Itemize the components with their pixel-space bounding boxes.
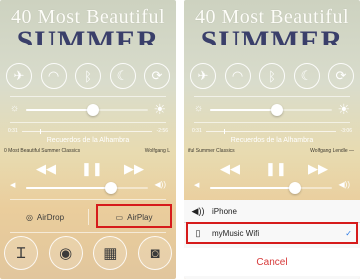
brightness-track[interactable] — [210, 104, 332, 116]
brightness-slider[interactable]: ☼ ☀ — [192, 101, 352, 117]
album-title-line2: SUMMER — [16, 25, 160, 45]
song-subtitle: iful Summer Classics Wolfgang Lendle — — [184, 148, 360, 157]
calculator-icon[interactable]: ▦ — [93, 236, 128, 270]
volume-track[interactable] — [26, 182, 148, 194]
flashlight-icon[interactable]: Ɪ — [4, 236, 38, 270]
airplane-mode-icon[interactable]: ✈ — [190, 63, 216, 89]
brightness-slider[interactable]: ☼ ☀ — [8, 101, 168, 117]
scrub-playhead[interactable] — [40, 129, 42, 134]
playback-controls: ◀◀ ❚❚ ▶▶ — [0, 161, 176, 177]
volume-fill — [210, 187, 296, 189]
brightness-knob[interactable] — [87, 104, 100, 116]
speaker-icon: ◀)) — [191, 205, 205, 216]
remaining-time: -2:56 — [156, 128, 168, 134]
brightness-fill — [26, 109, 94, 111]
volume-slider[interactable]: ◀ ◀)) — [192, 180, 352, 194]
scrub-playhead[interactable] — [224, 129, 226, 134]
song-title: Recuerdos de la Alhambra — [230, 137, 314, 144]
artist-name: Wolfgang Lendle — — [310, 148, 354, 154]
option-label: iPhone — [212, 206, 237, 216]
divider — [88, 209, 89, 225]
next-track-icon[interactable]: ▶▶ — [308, 161, 328, 177]
brightness-low-icon: ☼ — [194, 103, 204, 114]
volume-slider[interactable]: ◀ ◀)) — [8, 180, 168, 194]
toggle-row: ✈ ◠ ᛒ ☾ ⟳ — [190, 63, 354, 89]
control-center-right: 40 Most Beautiful SUMMER ✈ ◠ ᛒ ☾ ⟳ ☼ ☀ 0… — [184, 0, 360, 279]
airdrop-airplay-row: ◎ AirDrop ▭ AirPlay — [0, 203, 176, 231]
wifi-icon[interactable]: ◠ — [224, 63, 251, 89]
divider — [10, 199, 166, 200]
volume-fill — [26, 187, 112, 189]
playback-controls: ◀◀ ❚❚ ▶▶ — [184, 161, 360, 177]
scrub-track[interactable] — [22, 129, 152, 134]
divider — [10, 122, 166, 123]
airdrop-icon: ◎ — [25, 212, 33, 222]
divider — [10, 232, 166, 233]
wifi-highlight-box — [186, 222, 358, 244]
pause-icon[interactable]: ❚❚ — [265, 161, 287, 177]
scrub-track[interactable] — [206, 129, 336, 134]
bluetooth-icon[interactable]: ᛒ — [259, 63, 285, 89]
album-title-line2: SUMMER — [200, 25, 344, 45]
bluetooth-icon[interactable]: ᛒ — [75, 63, 101, 89]
control-center-left: 40 Most Beautiful SUMMER ✈ ◠ ᛒ ☾ ⟳ ☼ ☀ 0… — [0, 0, 176, 279]
brightness-high-icon: ☀ — [153, 101, 166, 117]
divider — [10, 96, 166, 97]
elapsed-time: 0:31 — [8, 128, 18, 134]
song-subtitle: 0 Most Beautiful Summer Classics Wolfgan… — [0, 148, 176, 157]
remaining-time: -3:06 — [340, 128, 352, 134]
airdrop-button[interactable]: ◎ AirDrop — [6, 207, 84, 227]
volume-low-icon: ◀ — [10, 182, 16, 189]
rotation-lock-icon[interactable]: ⟳ — [328, 63, 354, 89]
pause-icon[interactable]: ❚❚ — [81, 161, 103, 177]
rotation-lock-icon[interactable]: ⟳ — [144, 63, 170, 89]
elapsed-time: 0:31 — [192, 128, 202, 134]
airplay-highlight-box — [96, 204, 172, 228]
do-not-disturb-icon[interactable]: ☾ — [293, 63, 320, 89]
album-art: 40 Most Beautiful SUMMER — [184, 0, 360, 45]
do-not-disturb-icon[interactable]: ☾ — [109, 63, 136, 89]
song-title: Recuerdos de la Alhambra — [46, 137, 130, 144]
album-name: iful Summer Classics — [188, 148, 235, 154]
shortcut-row: Ɪ ◉ ▦ ◙ — [4, 236, 172, 272]
airdrop-label: AirDrop — [36, 212, 65, 222]
divider — [194, 96, 350, 97]
next-track-icon[interactable]: ▶▶ — [124, 161, 144, 177]
volume-knob[interactable] — [289, 182, 302, 194]
album-name: 0 Most Beautiful Summer Classics — [4, 148, 81, 154]
volume-knob[interactable] — [105, 182, 118, 194]
brightness-low-icon: ☼ — [10, 103, 20, 114]
artist-name: Wolfgang L — [144, 148, 170, 154]
previous-track-icon[interactable]: ◀◀ — [36, 161, 56, 177]
brightness-knob[interactable] — [271, 104, 284, 116]
wifi-icon[interactable]: ◠ — [40, 63, 67, 89]
cancel-button[interactable]: Cancel — [184, 248, 360, 276]
timer-icon[interactable]: ◉ — [48, 236, 83, 270]
camera-icon[interactable]: ◙ — [137, 236, 172, 270]
previous-track-icon[interactable]: ◀◀ — [220, 161, 240, 177]
volume-track[interactable] — [210, 182, 332, 194]
volume-low-icon: ◀ — [194, 182, 200, 189]
brightness-track[interactable] — [26, 104, 148, 116]
airplay-option-iphone[interactable]: ◀)) iPhone — [184, 200, 360, 222]
album-art: 40 Most Beautiful SUMMER — [0, 0, 176, 45]
airplane-mode-icon[interactable]: ✈ — [6, 63, 32, 89]
airplay-action-sheet: ◀)) iPhone ▯ myMusic Wifi ✓ Cancel — [184, 200, 360, 279]
brightness-fill — [210, 109, 278, 111]
divider — [194, 122, 350, 123]
volume-high-icon: ◀)) — [154, 180, 166, 189]
toggle-row: ✈ ◠ ᛒ ☾ ⟳ — [6, 63, 170, 89]
brightness-high-icon: ☀ — [337, 101, 350, 117]
volume-high-icon: ◀)) — [338, 180, 350, 189]
